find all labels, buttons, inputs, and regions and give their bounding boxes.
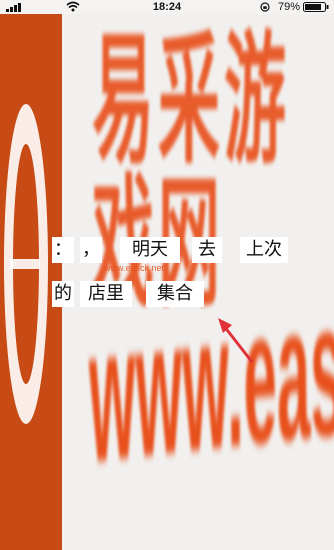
battery-icon [303,2,329,12]
watermark-small-url: www.easck.net [104,263,165,273]
captcha-tile[interactable]: 的 [52,281,74,307]
logo-icon [4,104,48,424]
captcha-tile[interactable]: 明天 [120,237,180,263]
captcha-tile[interactable]: ， [80,237,102,263]
captcha-tile[interactable]: ： [52,237,74,263]
captcha-tile[interactable]: 上次 [240,237,288,263]
battery-percent: 79% [278,1,301,13]
pointer-arrow-icon [218,318,254,363]
status-bar: 18:24 79% [0,0,334,14]
captcha-tile[interactable]: 店里 [80,281,132,307]
captcha-tile[interactable]: 集合 [146,281,204,307]
captcha-tile[interactable]: 去 [192,237,222,263]
rotation-lock-icon [260,2,270,12]
